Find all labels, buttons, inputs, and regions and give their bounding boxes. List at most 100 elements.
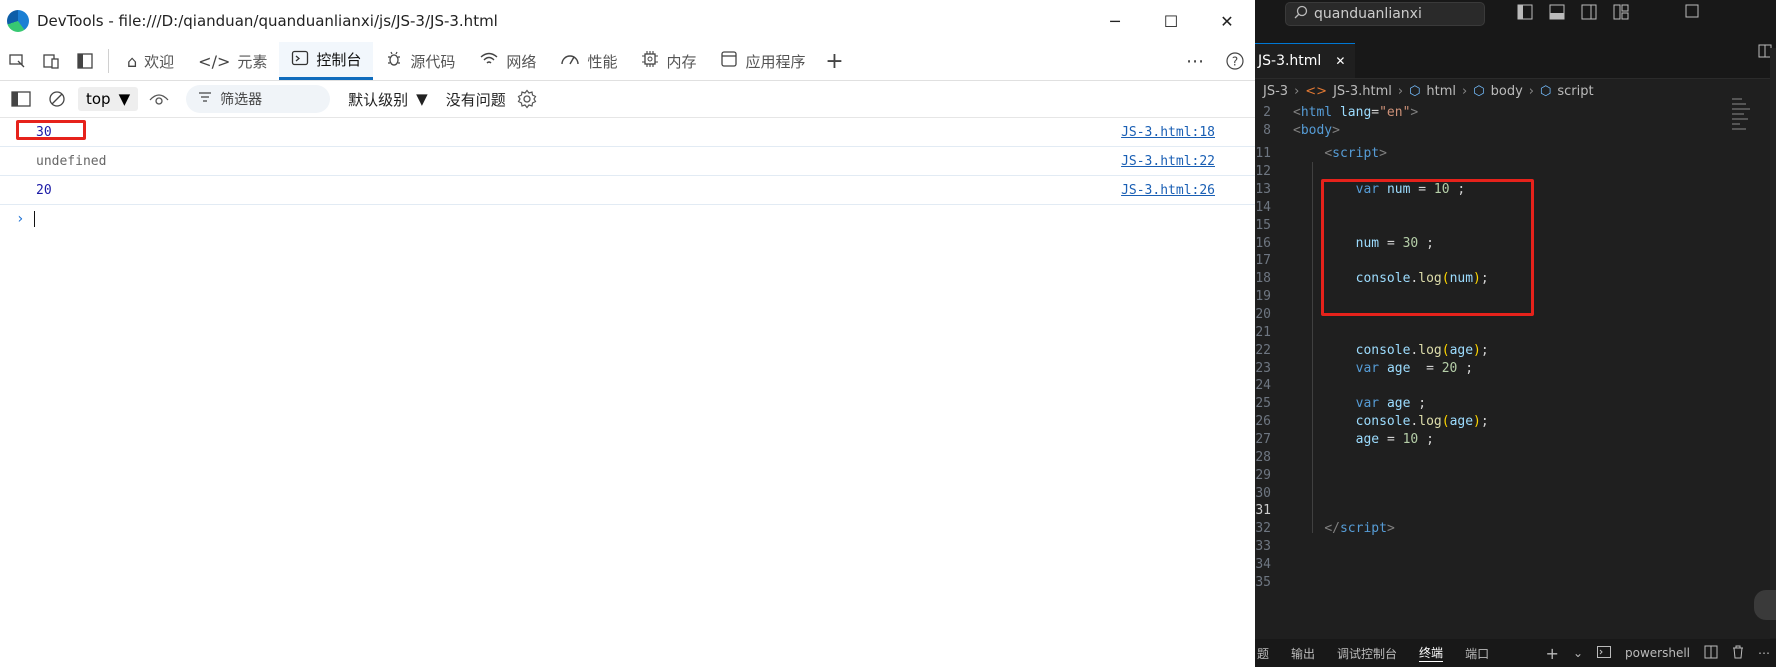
close-tab-icon[interactable]: ✕	[1335, 54, 1345, 68]
source-link[interactable]: JS-3.html:22	[1121, 154, 1215, 169]
source-link[interactable]: JS-3.html:26	[1121, 183, 1215, 198]
split-terminal-icon[interactable]	[1704, 645, 1718, 662]
breadcrumb-item[interactable]: script	[1557, 84, 1593, 99]
code-line[interactable]: 33	[1255, 537, 1271, 555]
tab-label: JS-3.html	[1258, 53, 1322, 69]
code-line[interactable]: 21	[1255, 323, 1271, 341]
code-line[interactable]: 16 num = 30 ;	[1255, 234, 1434, 252]
code-line[interactable]: 25 var age ;	[1255, 394, 1426, 412]
line-number: 32	[1255, 520, 1271, 536]
line-number: 25	[1255, 395, 1271, 411]
code-line[interactable]: 2 <html lang="en">	[1255, 103, 1418, 121]
code-line[interactable]: 20	[1255, 305, 1271, 323]
line-number: 12	[1255, 163, 1271, 179]
line-number: 22	[1255, 342, 1271, 358]
panel-tab-terminal[interactable]: 终端	[1419, 644, 1444, 662]
search-icon	[1294, 5, 1308, 23]
minimap[interactable]	[1732, 95, 1758, 175]
chevron-down-icon[interactable]: ⌄	[1573, 646, 1583, 660]
code-line[interactable]: 28	[1255, 448, 1271, 466]
code-line[interactable]: 30	[1255, 484, 1271, 502]
toggle-panel-icon[interactable]	[1549, 4, 1565, 24]
editor-scrollbar[interactable]	[1770, 48, 1776, 638]
sidebar-toggle-icon[interactable]	[6, 91, 36, 107]
tab-sources[interactable]: 源代码	[373, 42, 467, 80]
add-tab-icon[interactable]: +	[817, 42, 851, 80]
live-expression-eye-icon[interactable]	[144, 92, 174, 106]
tab-elements[interactable]: </> 元素	[186, 42, 279, 80]
breadcrumb-item[interactable]: html	[1426, 84, 1456, 99]
code-line[interactable]: 12	[1255, 162, 1271, 180]
panel-tab-output[interactable]: 输出	[1291, 645, 1315, 662]
restore-window-icon[interactable]	[1685, 4, 1699, 24]
breadcrumb-item[interactable]: JS-3.html	[1333, 84, 1392, 99]
code-line[interactable]: 27 age = 10 ;	[1255, 430, 1434, 448]
code-line[interactable]: 29	[1255, 466, 1271, 484]
copilot-chat-bubble[interactable]	[1754, 590, 1776, 620]
filter-input[interactable]: 筛选器	[186, 85, 331, 113]
help-icon[interactable]: ?	[1215, 51, 1255, 71]
console-settings-gear-icon[interactable]	[512, 89, 542, 109]
dropdown-arrow-icon: ▼	[118, 90, 131, 108]
breadcrumb-item[interactable]: JS-3	[1263, 84, 1288, 99]
line-number: 23	[1255, 360, 1271, 376]
devtools-titlebar: DevTools - file:///D:/qianduan/quanduanl…	[0, 0, 1255, 42]
issues-button[interactable]: 没有问题	[446, 89, 506, 110]
code-line[interactable]: 15	[1255, 216, 1271, 234]
code-line[interactable]: 26 console.log(age);	[1255, 412, 1488, 430]
breadcrumb-item[interactable]: body	[1491, 84, 1523, 99]
dock-side-icon[interactable]	[68, 42, 102, 80]
code-line[interactable]: 22 console.log(age);	[1255, 341, 1488, 359]
command-center-search[interactable]: quanduanlianxi	[1285, 2, 1485, 26]
code-line[interactable]: 31	[1255, 501, 1271, 519]
line-text: var age = 20 ;	[1355, 360, 1474, 376]
editor-tab-js3[interactable]: JS-3.html ✕	[1255, 43, 1356, 78]
context-selector[interactable]: top ▼	[78, 87, 139, 111]
code-line[interactable]: 18 console.log(num);	[1255, 269, 1488, 287]
code-line[interactable]: 11 <script>	[1255, 144, 1387, 162]
code-line[interactable]: 13 var num = 10 ;	[1255, 180, 1465, 198]
filter-placeholder: 筛选器	[220, 92, 263, 108]
clear-console-icon[interactable]	[42, 90, 72, 108]
console-toolbar: top ▼ 筛选器 默认级别 ▼ 没有问题	[0, 81, 1255, 118]
new-terminal-icon[interactable]: +	[1546, 644, 1559, 663]
tab-performance[interactable]: 性能	[548, 42, 629, 80]
divider	[108, 49, 109, 73]
panel-tab-problems[interactable]: 题	[1257, 645, 1269, 662]
toggle-secondary-sidebar-icon[interactable]	[1581, 4, 1597, 24]
maximize-button[interactable]: ☐	[1143, 0, 1199, 42]
close-button[interactable]: ✕	[1199, 0, 1255, 42]
code-line[interactable]: 23 var age = 20 ;	[1255, 359, 1473, 377]
code-line[interactable]: 34	[1255, 555, 1271, 573]
device-emulation-icon[interactable]	[34, 42, 68, 80]
code-icon: </>	[198, 51, 231, 71]
inspect-element-icon[interactable]	[0, 42, 34, 80]
customize-layout-icon[interactable]	[1613, 4, 1629, 24]
more-actions-icon[interactable]: ⋯	[1758, 646, 1770, 660]
terminal-name[interactable]: powershell	[1625, 646, 1690, 660]
tab-welcome[interactable]: ⌂ 欢迎	[115, 42, 186, 80]
code-line[interactable]: 24	[1255, 376, 1271, 394]
more-options-icon[interactable]: ⋯	[1175, 51, 1215, 72]
code-line[interactable]: 14	[1255, 198, 1271, 216]
tab-memory[interactable]: 内存	[629, 42, 708, 80]
tab-label: 应用程序	[745, 52, 806, 71]
code-line[interactable]: 17	[1255, 251, 1271, 269]
source-link[interactable]: JS-3.html:18	[1121, 125, 1215, 140]
log-level-dropdown[interactable]: 默认级别 ▼	[348, 89, 428, 110]
code-line[interactable]: 32 </script>	[1255, 519, 1394, 537]
toggle-primary-sidebar-icon[interactable]	[1517, 4, 1533, 24]
minimize-button[interactable]: ─	[1087, 0, 1143, 42]
tab-console[interactable]: 控制台	[279, 42, 374, 80]
vscode-titlebar: quanduanlianxi	[1255, 0, 1776, 30]
panel-tab-debug-console[interactable]: 调试控制台	[1337, 645, 1397, 662]
panel-tab-ports[interactable]: 端口	[1465, 645, 1489, 662]
code-line[interactable]: 19	[1255, 287, 1271, 305]
code-line[interactable]: 35	[1255, 573, 1271, 591]
tab-label: 控制台	[316, 51, 362, 69]
tab-application[interactable]: 应用程序	[708, 42, 817, 80]
trash-icon[interactable]	[1732, 645, 1744, 662]
code-line[interactable]: 8 <body>	[1255, 121, 1340, 139]
tab-network[interactable]: 网络	[467, 42, 548, 80]
console-prompt[interactable]: ›	[0, 205, 1255, 233]
